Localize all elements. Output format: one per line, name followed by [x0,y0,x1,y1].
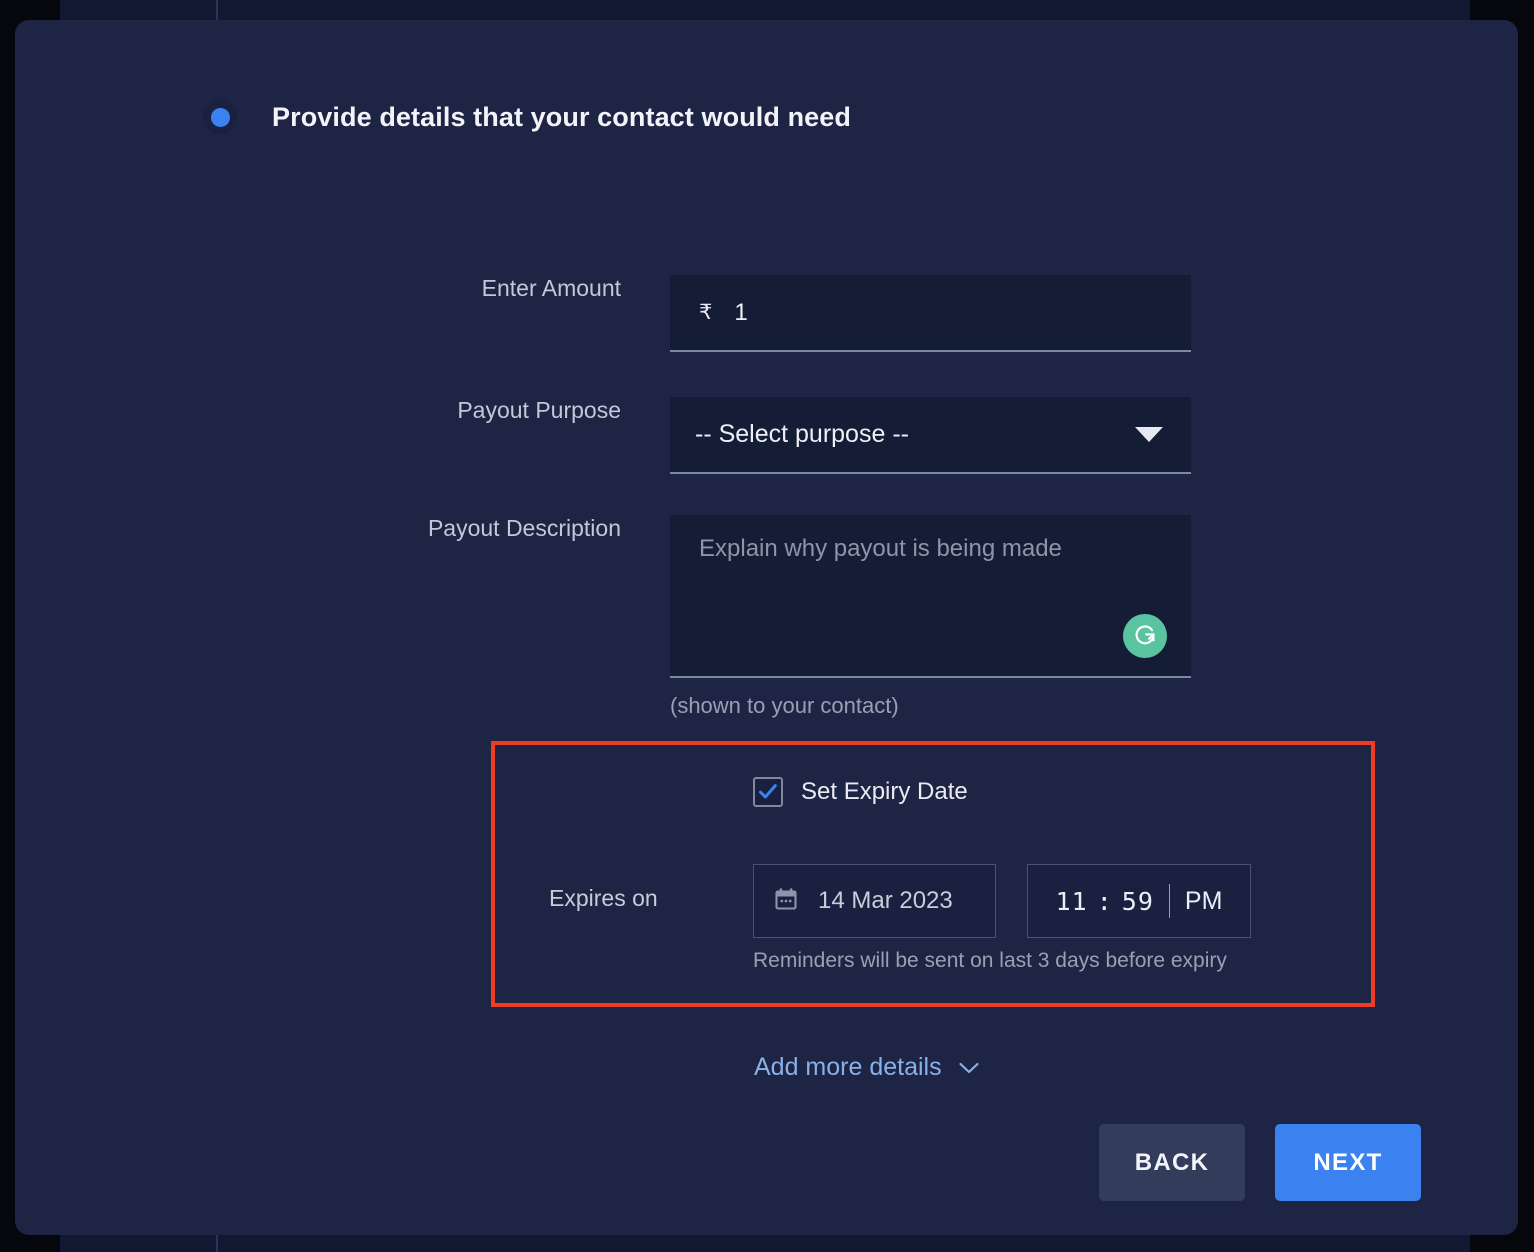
grammarly-glyph [1135,625,1155,645]
expiry-highlight-box: Set Expiry Date Expires on 14 Mar 2023 1… [491,741,1375,1007]
expires-on-label: Expires on [549,885,658,911]
add-more-details-link[interactable]: Add more details [754,1053,980,1082]
next-button[interactable]: NEXT [1275,1124,1421,1201]
expiry-time-separator: : [1096,886,1113,916]
time-divider [1168,884,1170,918]
purpose-selected-value: -- Select purpose -- [695,420,909,448]
description-label: Payout Description [427,515,621,541]
step-header: Provide details that your contact would … [203,100,851,134]
expiry-time-input[interactable]: 11 : 59 PM [1027,864,1251,938]
purpose-select[interactable]: -- Select purpose -- [670,397,1191,474]
set-expiry-checkbox[interactable] [753,777,783,807]
description-hint: (shown to your contact) [670,693,899,718]
amount-input[interactable]: ₹ 1 [670,275,1191,352]
check-icon [759,784,777,799]
expiry-time-minute: 59 [1121,886,1154,916]
description-textarea[interactable]: Explain why payout is being made [670,515,1191,678]
step-dot-inner [210,107,230,127]
amount-row: Enter Amount ₹ 1 [15,275,1518,352]
app-root: Provide details that your contact would … [0,0,1534,1252]
description-field-col: Explain why payout is being made (shown … [670,515,1191,719]
amount-label: Enter Amount [481,275,621,301]
page-title: Provide details that your contact would … [272,101,851,132]
purpose-field-col: -- Select purpose -- [670,397,1191,474]
expiry-meridiem: PM [1184,886,1223,915]
reminder-note: Reminders will be sent on last 3 days be… [753,949,1227,972]
expiry-date-value: 14 Mar 2023 [818,887,953,914]
step-dot [203,100,237,134]
payout-form: Enter Amount ₹ 1 Payout Purpose -- Selec… [15,275,1518,719]
set-expiry-label: Set Expiry Date [801,778,968,805]
grammarly-icon[interactable] [1123,614,1167,658]
rupee-icon: ₹ [699,301,713,324]
chevron-down-icon [958,1061,980,1075]
description-row: Payout Description Explain why payout is… [15,515,1518,719]
back-button[interactable]: BACK [1099,1124,1245,1201]
chevron-down-icon [1135,427,1163,442]
description-placeholder: Explain why payout is being made [699,535,1062,562]
calendar-icon [773,886,799,917]
expiry-time-hour: 11 [1055,886,1088,916]
expiry-date-input[interactable]: 14 Mar 2023 [753,864,996,938]
amount-value: 1 [734,298,748,326]
form-actions: BACK NEXT [15,1124,1518,1201]
add-more-details-label: Add more details [754,1053,942,1081]
amount-field-col: ₹ 1 [670,275,1191,352]
payout-details-card: Provide details that your contact would … [15,20,1518,1235]
purpose-row: Payout Purpose -- Select purpose -- [15,397,1518,474]
set-expiry-checkbox-row[interactable]: Set Expiry Date [753,777,968,807]
expiry-section: Set Expiry Date Expires on 14 Mar 2023 1… [495,745,1371,1003]
purpose-label: Payout Purpose [457,397,621,423]
